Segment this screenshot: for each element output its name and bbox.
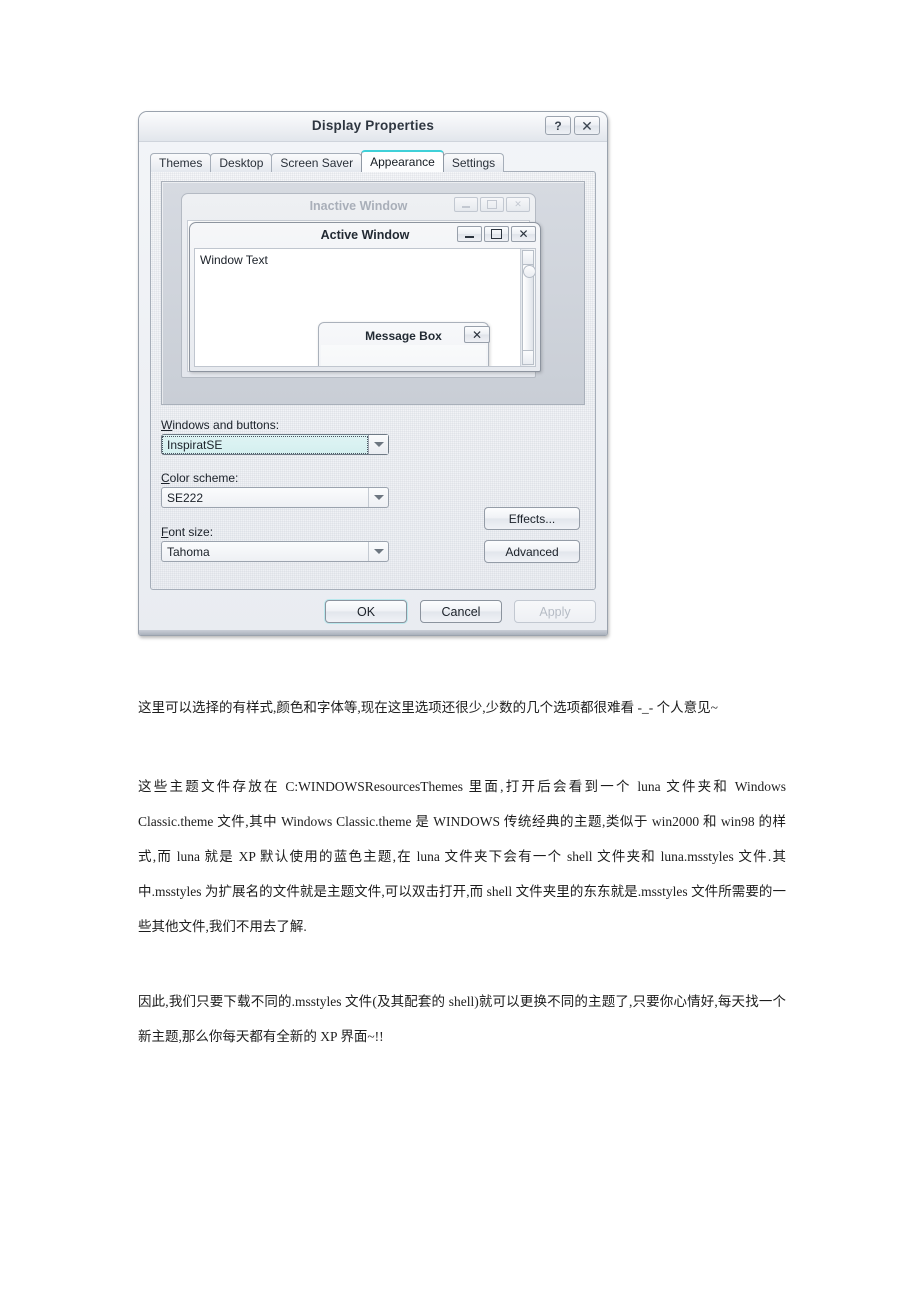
windows-and-buttons-value: InspiratSE	[162, 435, 368, 454]
tab-themes[interactable]: Themes	[150, 153, 212, 172]
preview-active-window: Active Window ✕ Window Text Message Box …	[189, 222, 541, 372]
effects-button[interactable]: Effects...	[484, 507, 580, 530]
display-properties-dialog: Display Properties ? ✕ Themes Desktop Sc…	[138, 111, 608, 636]
scrollbar-grip-icon	[523, 265, 535, 278]
font-size-combo[interactable]: Tahoma	[161, 541, 389, 562]
help-icon-button[interactable]: ?	[545, 116, 571, 135]
color-scheme-combo[interactable]: SE222	[161, 487, 389, 508]
close-icon-button[interactable]: ✕	[574, 116, 600, 135]
scroll-up-arrow-icon[interactable]	[522, 250, 534, 265]
font-size-value: Tahoma	[167, 544, 210, 559]
preview-vertical-scrollbar[interactable]	[520, 249, 535, 366]
article-paragraph-1: 这里可以选择的有样式,颜色和字体等,现在这里选项还很少,少数的几个选项都很难看 …	[138, 700, 718, 715]
advanced-button-label: Advanced	[505, 544, 559, 559]
tab-screen-saver[interactable]: Screen Saver	[271, 153, 363, 172]
appearance-tab-page: Inactive Window ✕ Active Window ✕ Window…	[150, 171, 596, 590]
windows-and-buttons-label: WWindows and buttons:indows and buttons:	[161, 418, 280, 432]
active-close-icon: ✕	[511, 226, 536, 242]
inactive-close-icon: ✕	[506, 197, 530, 212]
dialog-title: Display Properties	[311, 118, 435, 133]
article-paragraph-2: 这些主题文件存放在 C:WINDOWSResourcesThemes 里面,打开…	[138, 779, 786, 934]
active-maximize-icon	[484, 226, 509, 242]
effects-button-label: Effects...	[508, 511, 556, 526]
tab-desktop[interactable]: Desktop	[210, 153, 273, 172]
tab-settings[interactable]: Settings	[442, 153, 505, 172]
active-minimize-icon	[457, 226, 482, 242]
font-size-chevron-down-icon[interactable]	[368, 542, 388, 561]
message-box-title: Message Box	[365, 329, 442, 343]
preview-message-box: Message Box ✕ OK	[318, 322, 490, 366]
active-window-body: Window Text Message Box ✕ OK	[194, 248, 536, 367]
article-paragraph-3: 因此,我们只要下载不同的.msstyles 文件(及其配套的 shell)就可以…	[138, 994, 786, 1044]
inactive-maximize-icon	[480, 197, 504, 212]
tab-strip: Themes Desktop Screen Saver Appearance S…	[150, 150, 505, 172]
cancel-button[interactable]: Cancel	[420, 600, 502, 623]
appearance-preview-pane[interactable]: Inactive Window ✕ Active Window ✕ Window…	[161, 181, 585, 405]
dialog-titlebar: Display Properties ? ✕	[139, 112, 607, 142]
article-body: 这里可以选择的有样式,颜色和字体等,现在这里选项还很少,少数的几个选项都很难看 …	[138, 690, 786, 1054]
message-box-body: OK	[321, 345, 486, 366]
advanced-button[interactable]: Advanced	[484, 540, 580, 563]
color-scheme-value: SE222	[167, 490, 204, 505]
ok-button[interactable]: OK	[325, 600, 407, 623]
message-box-close-icon: ✕	[464, 326, 490, 343]
color-scheme-chevron-down-icon[interactable]	[368, 488, 388, 507]
font-size-label: Font size:	[161, 525, 214, 539]
scroll-down-arrow-icon[interactable]	[522, 350, 534, 365]
tab-appearance[interactable]: Appearance	[361, 150, 444, 172]
apply-button: Apply	[514, 600, 596, 623]
preview-window-text: Window Text	[200, 253, 268, 267]
color-scheme-label: Color scheme:	[161, 471, 239, 485]
caption-button-group: ? ✕	[545, 116, 600, 135]
inactive-minimize-icon	[454, 197, 478, 212]
inactive-caption-buttons: ✕	[454, 197, 530, 212]
windows-and-buttons-chevron-down-icon[interactable]	[368, 435, 388, 454]
active-caption-buttons: ✕	[457, 226, 536, 242]
windows-and-buttons-combo[interactable]: InspiratSE	[161, 434, 389, 455]
